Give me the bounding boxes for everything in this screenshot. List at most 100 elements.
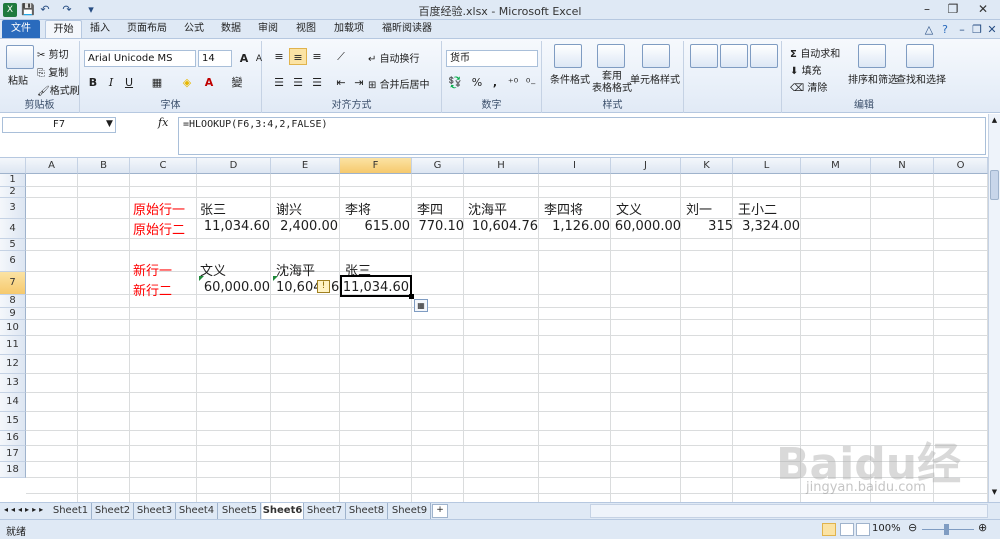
increase-decimal-icon[interactable]: ⁺⁰ [504, 74, 522, 91]
cell-L3[interactable]: 王小二 [738, 199, 777, 218]
find-select-icon[interactable] [906, 44, 934, 68]
cell-I3[interactable]: 李四将 [544, 199, 583, 218]
decrease-decimal-icon[interactable]: ⁰₋ [522, 74, 540, 91]
namebox-dropdown-icon[interactable]: ▼ [106, 119, 113, 129]
sheet-tab-sheet9[interactable]: Sheet9 [389, 503, 431, 519]
cell-H3[interactable]: 沈海平 [468, 199, 507, 218]
cell-D3[interactable]: 张三 [200, 199, 226, 218]
cell-styles-icon[interactable] [642, 44, 670, 68]
zoom-slider-thumb[interactable] [944, 524, 949, 535]
insert-function-button[interactable]: fx [158, 116, 168, 129]
cell-F4[interactable]: 615.00 [341, 219, 411, 234]
paste-button[interactable]: 粘贴 [8, 72, 28, 87]
tab-addins[interactable]: 加载项 [331, 20, 367, 39]
sheet-tab-sheet2[interactable]: Sheet2 [92, 503, 134, 519]
delete-cells-icon[interactable] [720, 44, 748, 68]
page-break-view-icon[interactable] [856, 523, 870, 536]
conditional-format-icon[interactable] [554, 44, 582, 68]
align-middle-icon[interactable]: ≡ [289, 48, 307, 65]
cell-C4[interactable]: 原始行二 [133, 219, 185, 238]
zoom-out-icon[interactable]: ⊖ [908, 521, 917, 534]
cut-button[interactable]: ✂ 剪切 [37, 46, 69, 61]
sheet-tab-sheet7[interactable]: Sheet7 [304, 503, 346, 519]
help-icon[interactable]: ? [938, 23, 952, 37]
tab-formulas[interactable]: 公式 [182, 20, 206, 39]
tab-view[interactable]: 视图 [294, 20, 318, 39]
find-select-button[interactable]: 查找和选择 [896, 71, 946, 86]
autosum-button[interactable]: Σ 自动求和 [790, 45, 840, 60]
copy-button[interactable]: ⎘ 复制 [37, 64, 68, 79]
tab-review[interactable]: 审阅 [256, 20, 280, 39]
italic-button[interactable]: I [102, 74, 120, 91]
sheet-nav-icon[interactable]: ◂◂◂▸▸▸ [4, 505, 46, 514]
doc-minimize-icon[interactable]: – [955, 23, 969, 37]
sheet-tab-sheet4[interactable]: Sheet4 [176, 503, 218, 519]
sheet-tab-sheet1[interactable]: Sheet1 [50, 503, 92, 519]
scroll-down-icon[interactable]: ▼ [990, 488, 999, 496]
cell-F3[interactable]: 李将 [345, 199, 371, 218]
close-icon[interactable]: ✕ [966, 0, 1000, 18]
name-box[interactable]: F7 [2, 117, 116, 133]
normal-view-icon[interactable] [822, 523, 836, 536]
cell-E4[interactable]: 2,400.00 [272, 219, 338, 234]
cell-F7[interactable]: 11,034.60 [342, 280, 409, 295]
cell-K3[interactable]: 刘一 [686, 199, 712, 218]
align-right-icon[interactable]: ☰ [308, 74, 326, 91]
paste-options-icon[interactable]: ▦ [414, 299, 428, 312]
cell-C6[interactable]: 新行一 [133, 260, 172, 279]
sheet-tab-sheet8[interactable]: Sheet8 [346, 503, 388, 519]
cell-E6[interactable]: 沈海平 [276, 260, 315, 279]
zoom-in-icon[interactable]: ⊕ [978, 521, 987, 534]
cell-C7[interactable]: 新行二 [133, 280, 172, 299]
ribbon-min-icon[interactable]: △ [922, 23, 936, 37]
wrap-text-button[interactable]: ↵ 自动换行 [368, 50, 420, 65]
font-name-select[interactable]: Arial Unicode MS [84, 50, 196, 67]
align-top-icon[interactable]: ≡ [270, 48, 288, 65]
format-painter-button[interactable]: 🖌格式刷 [37, 82, 80, 97]
align-bottom-icon[interactable]: ≡ [308, 48, 326, 65]
format-cells-icon[interactable] [750, 44, 778, 68]
doc-close-icon[interactable]: ✕ [985, 23, 999, 37]
vertical-scrollbar[interactable]: ▲ ▼ [988, 114, 1000, 502]
align-center-icon[interactable]: ☰ [289, 74, 307, 91]
cell-E7[interactable]: 10,604 [276, 280, 322, 295]
paste-icon[interactable] [6, 45, 34, 69]
insert-sheet-icon[interactable]: + [432, 504, 448, 518]
merge-center-button[interactable]: ⊞ 合并后居中 [368, 76, 430, 91]
tab-data[interactable]: 数据 [219, 20, 243, 39]
sheet-tab-sheet3[interactable]: Sheet3 [134, 503, 176, 519]
cell-I4[interactable]: 1,126.00 [540, 219, 610, 234]
comma-button[interactable]: , [486, 74, 504, 91]
error-warning-icon[interactable]: ! [317, 280, 330, 293]
format-table-button[interactable]: 套用 表格格式 [592, 71, 632, 95]
tab-insert[interactable]: 插入 [88, 20, 112, 39]
orientation-icon[interactable]: ⟋ [332, 48, 350, 65]
fill-color-icon[interactable]: ◈ [178, 74, 196, 91]
tab-file[interactable]: 文件 [2, 20, 40, 39]
increase-indent-icon[interactable]: ⇥ [350, 74, 368, 91]
doc-restore-icon[interactable]: ❐ [970, 23, 984, 37]
clear-button[interactable]: ⌫ 清除 [790, 79, 827, 94]
sort-filter-icon[interactable] [858, 44, 886, 68]
underline-button[interactable]: U [120, 74, 138, 91]
worksheet-grid[interactable]: ABCDEFGHIJKLMNO 1 2 3 4 5 6 7 8 9 10 11 12 13 14 15 16 1… [0, 158, 988, 502]
cell-D4[interactable]: 11,034.60 [198, 219, 270, 234]
borders-icon[interactable]: ▦ [148, 74, 166, 91]
tab-page-layout[interactable]: 页面布局 [124, 20, 170, 39]
fill-button[interactable]: ⬇ 填充 [790, 62, 822, 77]
sort-filter-button[interactable]: 排序和筛选 [848, 71, 898, 86]
align-left-icon[interactable]: ☰ [270, 74, 288, 91]
font-size-select[interactable]: 14 [198, 50, 232, 67]
cell-E3[interactable]: 谢兴 [276, 199, 302, 218]
bold-button[interactable]: B [84, 74, 102, 91]
page-layout-view-icon[interactable] [840, 523, 854, 536]
percent-button[interactable]: % [468, 74, 486, 91]
sheet-tab-sheet5[interactable]: Sheet5 [219, 503, 261, 519]
cell-J3[interactable]: 文义 [616, 199, 642, 218]
cell-G3[interactable]: 李四 [417, 199, 443, 218]
number-format-select[interactable]: 货币 [446, 50, 538, 67]
cell-C3[interactable]: 原始行一 [133, 199, 185, 218]
scroll-up-icon[interactable]: ▲ [990, 116, 999, 124]
formula-input[interactable]: =HLOOKUP(F6,3:4,2,FALSE) [178, 117, 986, 155]
font-color-icon[interactable]: A [200, 74, 218, 91]
